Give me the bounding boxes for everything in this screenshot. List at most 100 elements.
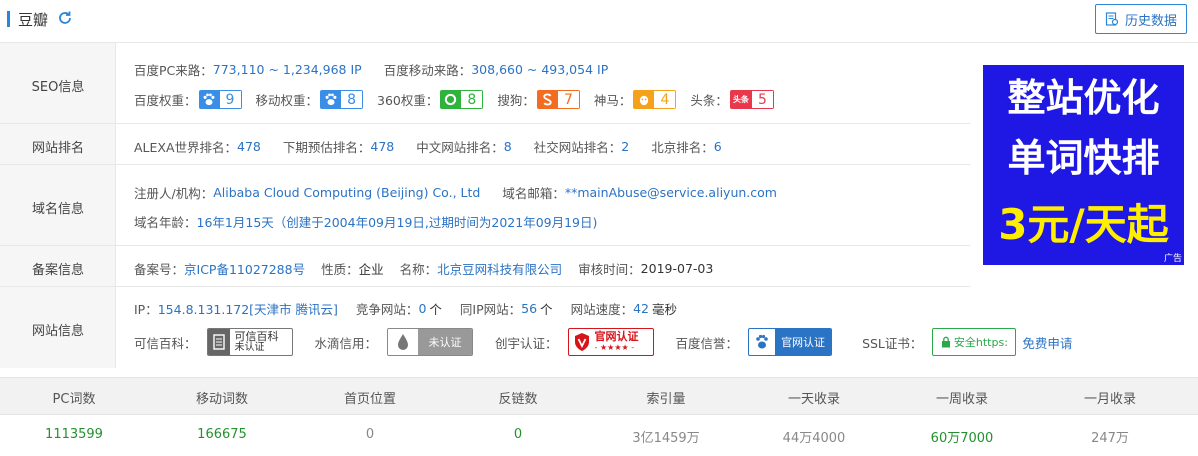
baidu-credit-label: 百度信誉： xyxy=(675,335,739,351)
refresh-icon[interactable] xyxy=(57,10,73,26)
lock-icon xyxy=(941,336,950,348)
paw-icon xyxy=(320,90,342,109)
site-ip-line: IP： 154.8.131.172[天津市 腾讯云] 竞争网站： 0 个 同IP… xyxy=(134,299,677,318)
stats-value[interactable]: 0 xyxy=(444,427,592,442)
rank-row: 网站排名 ALEXA世界排名： 478 下期预估排名： 478 中文网站排名： 8 社交网站… xyxy=(0,124,970,165)
kexin-badge[interactable]: 可信百科 未认证 xyxy=(206,328,293,356)
stats-column-header: PC词数 xyxy=(52,392,96,407)
stats-value[interactable]: 3亿1459万 xyxy=(592,427,740,446)
ssl-badge[interactable]: 安全https: xyxy=(932,328,1017,356)
weight-badge[interactable]: 8 xyxy=(440,90,484,109)
beian-number-value[interactable]: 京ICP备11027288号 xyxy=(184,259,305,278)
registrant-value[interactable]: Alibaba Cloud Computing (Beijing) Co., L… xyxy=(213,185,480,200)
stats-value[interactable]: 60万7000 xyxy=(888,427,1036,446)
weight-value: 9 xyxy=(219,90,242,109)
ssl-apply-link[interactable]: 免费申请 xyxy=(1022,333,1072,352)
ip-value[interactable]: 154.8.131.172[天津市 腾讯云] xyxy=(158,299,338,318)
domain-row: 域名信息 注册人/机构： Alibaba Cloud Computing (Be… xyxy=(0,165,970,246)
weight-badge[interactable]: 8 xyxy=(320,90,364,109)
beian-number-label: 备案号： xyxy=(134,262,185,277)
site-header: 豆瓣 历史数据 xyxy=(0,0,1198,43)
weight-item: 百度权重： 9 xyxy=(134,90,242,109)
speed-label: 网站速度： xyxy=(570,302,634,317)
speed-unit: 毫秒 xyxy=(651,302,677,317)
stats-header-row: PC词数 移动词数 首页位置 反链数 索引量 一天收录 一周收录 一月收录 xyxy=(0,377,1198,415)
domain-age-line: 域名年龄： 16年1月15天（创建于2004年09月19日,过期时间为2021年… xyxy=(134,212,597,231)
stats-column-header: 移动词数 xyxy=(195,392,248,407)
weight-item: 头条： 头条 5 xyxy=(690,90,774,109)
toutiao-icon: 头条 xyxy=(729,90,752,109)
weight-item: 移动权重： 8 xyxy=(256,90,364,109)
weight-badge[interactable]: 9 xyxy=(198,90,242,109)
weight-value: 8 xyxy=(341,90,364,109)
weight-label: 头条： xyxy=(690,93,728,108)
ad-line-3: 3元/天起 xyxy=(998,200,1169,249)
sameip-label: 同IP网站： xyxy=(459,302,522,317)
rank-item-value[interactable]: 478 xyxy=(237,139,261,154)
stats-column-header: 一天收录 xyxy=(787,392,840,407)
weight-value: 4 xyxy=(654,90,677,109)
baidu-credit-badge[interactable]: 官网认证 xyxy=(748,328,833,356)
registrant-line: 注册人/机构： Alibaba Cloud Computing (Beijing… xyxy=(134,183,777,202)
360-icon xyxy=(440,90,462,109)
shuidi-badge[interactable]: 未认证 xyxy=(387,328,474,356)
rank-item-value[interactable]: 478 xyxy=(370,139,394,154)
rank-item-label: 社交网站排名： xyxy=(533,140,622,155)
rank-item-label: 北京排名： xyxy=(651,140,714,155)
weight-label: 移动权重： xyxy=(255,93,319,108)
compete-value[interactable]: 0 xyxy=(418,301,426,316)
chuangzi-badge[interactable]: 官网认证 - ★★★★ - xyxy=(567,328,654,356)
stats-column-header: 反链数 xyxy=(498,392,538,407)
sameip-value[interactable]: 56 xyxy=(521,301,537,316)
stats-value[interactable]: 1113599 xyxy=(0,427,148,442)
weight-badge[interactable]: 4 xyxy=(633,90,677,109)
ssl-label: SSL证书： xyxy=(862,335,923,351)
beian-audit-value: 2019-07-03 xyxy=(640,261,714,276)
domain-age-value: 16年1月15天（创建于2004年09月19日,过期时间为2021年09月19日… xyxy=(196,215,598,230)
rank-item-label: ALEXA世界排名： xyxy=(134,140,238,155)
weight-badge[interactable]: 7 xyxy=(536,90,580,109)
speed-value: 42 xyxy=(633,301,649,316)
stats-value[interactable]: 44万4000 xyxy=(740,427,888,446)
stats-value[interactable]: 166675 xyxy=(148,427,296,442)
ip-label: IP： xyxy=(134,302,158,317)
email-value[interactable]: **mainAbuse@service.aliyun.com xyxy=(565,185,777,200)
ad-tag: 广告 xyxy=(1163,254,1182,264)
beian-line: 备案号： 京ICP备11027288号 性质： 企业 名称： 北京豆网科技有限公… xyxy=(134,259,713,278)
shuidi-badge-status: 未认证 xyxy=(418,329,473,355)
weight-badge[interactable]: 头条 5 xyxy=(729,90,774,109)
stats-column-header: 索引量 xyxy=(646,392,686,407)
chuangzi-badge-title: 官网认证 xyxy=(594,330,639,343)
site-title: 豆瓣 xyxy=(18,11,49,29)
pc-source-value[interactable]: 773,110 ~ 1,234,968 IP xyxy=(213,62,362,77)
rank-item-value[interactable]: 8 xyxy=(504,139,512,154)
history-data-button[interactable]: 历史数据 xyxy=(1095,4,1187,34)
beian-type-value: 企业 xyxy=(358,262,384,277)
weight-value: 8 xyxy=(461,90,484,109)
site-row: 网站信息 IP： 154.8.131.172[天津市 腾讯云] 竞争网站： 0 … xyxy=(0,287,1072,368)
weights-line: 百度权重： 9 移动权重： 8 360权重： 8 搜狗： 7 神马： 4 头条： 头条 5 xyxy=(134,90,788,109)
weight-value: 7 xyxy=(557,90,580,109)
email-label: 域名邮箱： xyxy=(502,186,565,201)
stats-column-header: 一月收录 xyxy=(1083,392,1136,407)
mobile-source-value[interactable]: 308,660 ~ 493,054 IP xyxy=(471,62,608,77)
document-icon xyxy=(1105,12,1119,26)
ssl-badge-text: 安全https: xyxy=(953,336,1008,349)
rank-label: 网站排名 xyxy=(31,141,84,156)
stats-table: PC词数 移动词数 首页位置 反链数 索引量 一天收录 一周收录 一月收录 1113599 16… xyxy=(0,377,1198,456)
history-data-label: 历史数据 xyxy=(1124,13,1177,29)
rank-item-value[interactable]: 6 xyxy=(714,139,722,154)
ad-line-1: 整站优化 xyxy=(1007,76,1160,120)
weight-item: 360权重： 8 xyxy=(377,90,484,109)
stats-value[interactable]: 247万 xyxy=(1036,427,1184,446)
paw-icon xyxy=(198,90,220,109)
seo-label: SEO信息 xyxy=(31,80,85,95)
rank-item-value[interactable]: 2 xyxy=(621,139,629,154)
stats-value[interactable]: 0 xyxy=(296,427,444,442)
ad-banner[interactable]: 整站优化 单词快排 3元/天起 广告 xyxy=(983,65,1184,265)
beian-row: 备案信息 备案号： 京ICP备11027288号 性质： 企业 名称： 北京豆网… xyxy=(0,246,970,287)
weight-value: 5 xyxy=(751,90,774,109)
weight-label: 神马： xyxy=(593,93,632,108)
chuangzi-stars: - ★★★★ - xyxy=(594,343,635,352)
beian-name-value[interactable]: 北京豆网科技有限公司 xyxy=(437,259,562,278)
